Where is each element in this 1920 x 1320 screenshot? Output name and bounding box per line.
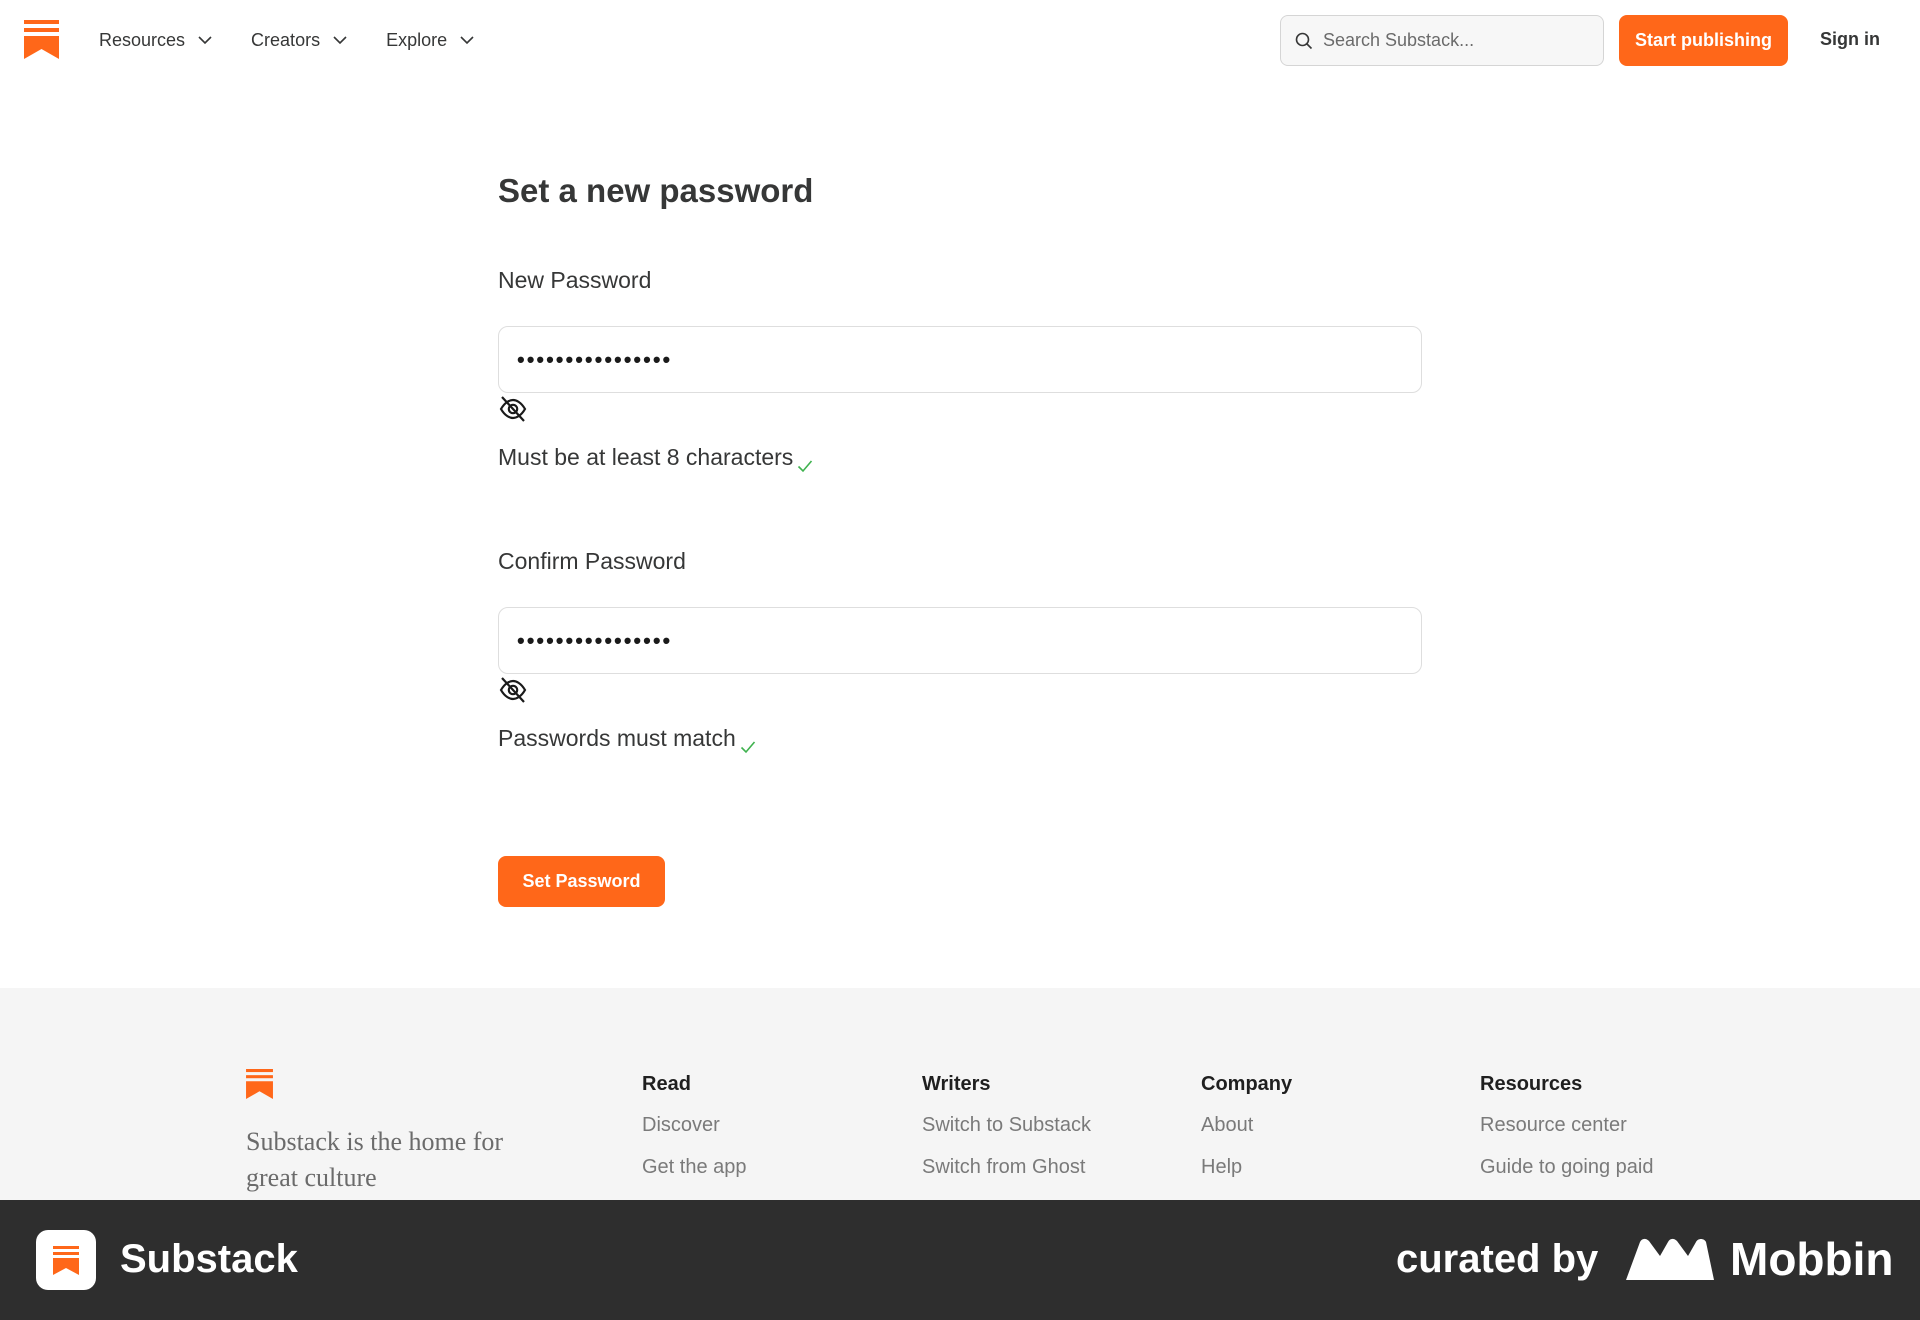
footer-link-discover[interactable]: Discover [642, 1114, 747, 1137]
nav-resources-label: Resources [99, 29, 186, 50]
eye-off-icon[interactable] [498, 395, 528, 423]
start-publishing-button[interactable]: Start publishing [1619, 15, 1788, 66]
new-password-hint-text: Must be at least 8 characters [498, 444, 794, 470]
chevron-down-icon [198, 36, 212, 45]
main-nav: Resources Creators Explore [99, 0, 513, 80]
footer-link-about[interactable]: About [1201, 1114, 1292, 1137]
confirm-password-field[interactable]: •••••••••••••••• [498, 607, 1422, 674]
footer-column-read: Read Discover Get the app [642, 1073, 747, 1198]
nav-creators[interactable]: Creators [251, 30, 348, 51]
footer-heading: Read [642, 1073, 691, 1095]
mobbin-brand: Mobbin [1730, 1233, 1894, 1285]
nav-resources[interactable]: Resources [99, 30, 213, 51]
app-name: Substack [120, 1237, 298, 1281]
nav-creators-label: Creators [251, 29, 321, 50]
nav-explore-label: Explore [386, 29, 448, 50]
footer-link-switch-from-ghost[interactable]: Switch from Ghost [922, 1156, 1091, 1179]
substack-logo-icon[interactable] [246, 1069, 273, 1099]
new-password-label: New Password [498, 267, 652, 293]
confirm-password-hint: Passwords must match [498, 725, 756, 754]
confirm-password-hint-text: Passwords must match [498, 725, 736, 751]
confirm-password-label: Confirm Password [498, 548, 686, 574]
footer-link-guide-to-going-paid[interactable]: Guide to going paid [1480, 1156, 1653, 1179]
footer-heading: Writers [922, 1073, 991, 1095]
footer-heading: Company [1201, 1073, 1293, 1095]
new-password-field[interactable]: •••••••••••••••• [498, 326, 1422, 393]
chevron-down-icon [460, 36, 474, 45]
chevron-down-icon [333, 36, 347, 45]
footer-link-resource-center[interactable]: Resource center [1480, 1114, 1653, 1137]
set-password-button[interactable]: Set Password [498, 856, 665, 907]
eye-off-icon[interactable] [498, 676, 528, 704]
mobbin-logo-icon [1626, 1238, 1714, 1280]
check-icon [740, 741, 755, 754]
top-header: Resources Creators Explore Start publish… [0, 0, 1920, 80]
search-icon [1295, 32, 1313, 49]
curated-by-label: curated by [1396, 1237, 1599, 1281]
confirm-password-value: •••••••••••••••• [517, 627, 673, 653]
footer-link-get-the-app[interactable]: Get the app [642, 1156, 747, 1179]
new-password-hint: Must be at least 8 characters [498, 444, 813, 473]
check-icon [798, 460, 813, 473]
substack-logo-icon[interactable] [24, 20, 59, 59]
footer-column-resources: Resources Resource center Guide to going… [1480, 1073, 1653, 1198]
footer-heading: Resources [1480, 1073, 1583, 1095]
footer-tagline: Substack is the home for great culture [246, 1127, 504, 1192]
page-title: Set a new password [498, 172, 814, 209]
search-input[interactable] [1323, 30, 1583, 51]
search-box[interactable] [1280, 15, 1604, 66]
footer-column-company: Company About Help [1201, 1073, 1292, 1198]
footer-link-help[interactable]: Help [1201, 1156, 1292, 1179]
footer-link-switch-to-substack[interactable]: Switch to Substack [922, 1114, 1091, 1137]
sign-in-link[interactable]: Sign in [1820, 29, 1880, 50]
app-icon [36, 1230, 96, 1290]
new-password-value: •••••••••••••••• [517, 346, 673, 372]
substack-logo-icon [53, 1246, 79, 1275]
nav-explore[interactable]: Explore [386, 30, 475, 51]
footer-column-writers: Writers Switch to Substack Switch from G… [922, 1073, 1091, 1198]
